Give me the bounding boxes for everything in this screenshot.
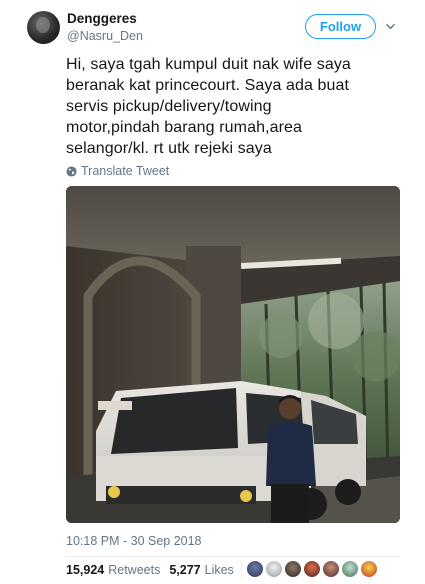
van-photo-image	[66, 186, 400, 523]
retweets-count: 15,924	[66, 563, 105, 577]
avatar[interactable]	[27, 11, 60, 44]
translate-tweet-link[interactable]: Translate Tweet	[66, 164, 169, 178]
liker-avatar[interactable]	[361, 561, 377, 577]
globe-icon	[66, 165, 77, 177]
display-name[interactable]: Denggeres	[67, 11, 137, 26]
liker-avatar[interactable]	[247, 561, 263, 577]
tweet-line: Hi, saya tgah kumpul duit nak wife saya	[66, 56, 351, 73]
liker-avatars	[247, 561, 377, 577]
retweets-stat[interactable]: 15,924 Retweets	[66, 563, 160, 577]
tweet-header: Denggeres @Nasru_Den Follow	[0, 0, 425, 50]
likes-label: Likes	[204, 563, 234, 577]
retweets-label: Retweets	[108, 563, 161, 577]
liker-avatar[interactable]	[323, 561, 339, 577]
tweet-timestamp[interactable]: 10:18 PM - 30 Sep 2018	[66, 534, 202, 548]
likes-stat[interactable]: 5,277 Likes	[169, 563, 233, 577]
liker-avatar[interactable]	[285, 561, 301, 577]
chevron-down-icon[interactable]	[386, 22, 395, 31]
follow-button[interactable]: Follow	[305, 14, 376, 39]
liker-avatar[interactable]	[266, 561, 282, 577]
tweet-line: selangor/kl. rt utk rejeki saya	[66, 140, 272, 157]
likes-count: 5,277	[169, 563, 201, 577]
stats-divider	[241, 561, 242, 578]
tweet-text: Hi, saya tgah kumpul duit nak wife saya …	[66, 54, 411, 159]
tweet-line: motor,pindah barang rumah,area	[66, 119, 303, 136]
tweet-photo[interactable]	[66, 186, 400, 523]
translate-label[interactable]: Translate Tweet	[81, 164, 169, 178]
tweet-stats: 15,924 Retweets 5,277 Likes	[66, 563, 243, 577]
van	[96, 381, 366, 520]
tweet-line: servis pickup/delivery/towing	[66, 98, 272, 115]
tweet-line: beranak kat princecourt. Saya ada buat	[66, 77, 350, 94]
user-handle[interactable]: @Nasru_Den	[67, 29, 143, 43]
liker-avatar[interactable]	[342, 561, 358, 577]
liker-avatar[interactable]	[304, 561, 320, 577]
divider	[66, 556, 400, 557]
